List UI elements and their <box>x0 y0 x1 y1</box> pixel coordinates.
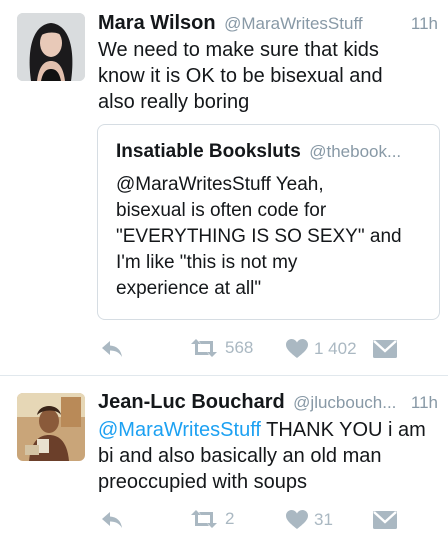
quoted-author-handle: @thebook... <box>309 142 402 161</box>
like-icon <box>286 339 308 358</box>
tweet-header: Jean-Luc Bouchard @jlucbouch... <box>98 391 396 414</box>
direct-message-icon <box>373 340 397 358</box>
reply-icon <box>102 341 122 357</box>
avatar-image <box>17 393 85 461</box>
tweet-text-line: also really boring <box>98 91 250 113</box>
tweet-timestamp[interactable]: 11h <box>411 393 438 413</box>
like-count: 1 402 <box>314 339 357 358</box>
tweet-text: We need to make sure that kids know it i… <box>98 37 433 115</box>
tweet-text-fragment: THANK YOU i am <box>260 419 426 441</box>
author-handle[interactable]: @MaraWritesStuff <box>224 14 363 33</box>
retweet-icon <box>191 339 217 357</box>
quoted-text-line: "EVERYTHING IS SO SEXY" and <box>116 226 402 247</box>
direct-message-button[interactable] <box>373 340 397 358</box>
like-icon <box>286 510 308 529</box>
quoted-author-name: Insatiable Booksluts <box>116 141 301 162</box>
tweet-text-line: We need to make sure that kids <box>98 39 379 61</box>
tweet-text-line: preoccupied with soups <box>98 471 308 493</box>
quoted-tweet-header: Insatiable Booksluts @thebook... <box>116 141 401 163</box>
quoted-text-line: @MaraWritesStuff Yeah, <box>116 174 324 195</box>
retweet-button[interactable]: 2 <box>189 509 234 529</box>
retweet-count: 568 <box>225 338 254 357</box>
reply-button[interactable] <box>101 511 123 529</box>
reply-icon <box>102 512 122 528</box>
like-button[interactable]: 1 402 <box>286 339 357 359</box>
author-name[interactable]: Mara Wilson <box>98 12 216 34</box>
mention-link[interactable]: @MaraWritesStuff <box>98 419 261 441</box>
avatar[interactable] <box>17 13 85 81</box>
tweet-header: Mara Wilson @MaraWritesStuff <box>98 12 363 35</box>
like-count: 31 <box>314 510 333 529</box>
tweet-text-line: bi and also basically an old man <box>98 445 382 467</box>
avatar[interactable] <box>17 393 85 461</box>
tweet-jean-luc-bouchard[interactable]: Jean-Luc Bouchard @jlucbouch... 11h @Mar… <box>0 376 448 540</box>
retweet-icon <box>191 510 217 528</box>
tweet-text: @MaraWritesStuff THANK YOU i am bi and a… <box>98 417 433 495</box>
tweet-timestamp[interactable]: 11h <box>411 14 438 34</box>
retweet-count: 2 <box>225 509 235 528</box>
retweet-button[interactable]: 568 <box>189 338 253 358</box>
reply-button[interactable] <box>101 340 123 358</box>
tweet-text-line: @MaraWritesStuff THANK YOU i am <box>98 417 433 443</box>
quoted-tweet[interactable]: Insatiable Booksluts @thebook... @MaraWr… <box>97 124 440 320</box>
tweet-text-line: know it is OK to be bisexual and <box>98 65 383 87</box>
like-button[interactable]: 31 <box>286 510 333 530</box>
quoted-tweet-text: @MaraWritesStuff Yeah, bisexual is often… <box>116 172 421 302</box>
quoted-text-line: bisexual is often code for <box>116 200 327 221</box>
author-handle[interactable]: @jlucbouch... <box>293 393 396 412</box>
avatar-image <box>17 13 85 81</box>
direct-message-icon <box>373 511 397 529</box>
quoted-text-line: experience at all" <box>116 278 262 299</box>
author-name[interactable]: Jean-Luc Bouchard <box>98 391 285 413</box>
tweet-mara-wilson[interactable]: Mara Wilson @MaraWritesStuff 11h We need… <box>0 0 448 375</box>
quoted-text-line: I'm like "this is not my <box>116 252 298 273</box>
direct-message-button[interactable] <box>373 511 397 529</box>
